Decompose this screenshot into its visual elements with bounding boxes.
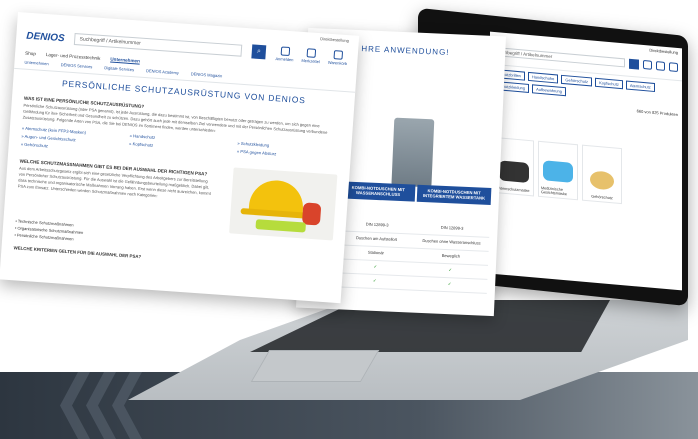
laptop-shop-page: Direktbestellung Suchbegriff / Artikelnu…	[490, 31, 682, 291]
cart-icon	[333, 49, 343, 60]
column-header: KOMBI-NOTDUSCHEN MIT WASSERANSCHLUSS	[340, 181, 416, 202]
header-icons: Anmelden Merkzettel Warenkorb	[275, 45, 348, 66]
user-icon	[280, 45, 290, 56]
product-name: Gehörschutz	[591, 194, 613, 201]
mask-image	[499, 160, 529, 184]
search-input[interactable]: Suchbegriff / Artikelnummer	[74, 33, 243, 57]
chevron-left-icon	[86, 372, 116, 439]
search-icon[interactable]	[629, 58, 639, 70]
sub-nav-item[interactable]: Digitale Services	[104, 65, 134, 72]
product-card[interactable]: Gehörschutz	[582, 144, 622, 205]
column-header: KOMBI-NOTDUSCHEN MIT INTEGRIERTEM WASSER…	[416, 184, 492, 205]
psa-info-page: Direktbestellung DENIOS Suchbegriff / Ar…	[0, 12, 360, 304]
laptop-trackpad	[250, 350, 380, 382]
sub-nav-item[interactable]: DENIOS Academy	[146, 68, 179, 75]
tab-category[interactable]: Aufbewahrung	[532, 84, 566, 97]
product-name: Atemschutzmaske	[498, 186, 530, 194]
product-card[interactable]: Medizinische Gesichtsmaske	[538, 140, 578, 201]
product-name: Medizinische Gesichtsmaske	[541, 186, 567, 197]
sub-nav-item[interactable]: Unternehmen	[24, 60, 49, 67]
nav-item-shop[interactable]: Shop	[25, 51, 36, 57]
check-icon: ✓	[447, 281, 452, 287]
wishlist-button[interactable]: Merkzettel	[301, 47, 321, 64]
account-button[interactable]: Anmelden	[275, 45, 294, 62]
mask-image	[543, 160, 573, 183]
icon-label: Warenkorb	[327, 59, 348, 66]
icon-label: Anmelden	[275, 55, 294, 62]
search-input[interactable]: Suchbegriff / Artikelnummer	[494, 46, 625, 68]
earplug-image	[590, 170, 614, 191]
gloves-icon	[255, 219, 306, 233]
cart-icon[interactable]	[669, 62, 678, 73]
cart-button[interactable]: Warenkorb	[327, 49, 348, 66]
bookmark-icon	[306, 47, 317, 58]
sub-nav-item[interactable]: DENIOS Services	[61, 62, 93, 69]
sub-nav-item[interactable]: DENIOS Magazin	[191, 71, 223, 78]
comparison-header: KOMBI-NOTDUSCHEN MIT WASSERANSCHLUSS KOM…	[340, 181, 492, 205]
tab-category[interactable]: Gehörschutz	[561, 74, 593, 87]
denios-logo[interactable]: DENIOS	[26, 30, 65, 44]
chevron-left-icon	[60, 372, 90, 439]
search-icon[interactable]: ⌕	[251, 44, 267, 60]
bookmark-icon[interactable]	[656, 61, 665, 71]
chevron-left-icon	[112, 372, 142, 439]
comparison-table: DIN 12899-3 DIN 12899-3 Duschen am Aufste…	[336, 217, 490, 294]
user-icon[interactable]	[643, 59, 652, 70]
helmet-image	[229, 167, 338, 241]
tab-category[interactable]: Atemschutz	[625, 80, 655, 93]
product-grid: Atemschutzmaske Medizinische Gesichtsmas…	[490, 133, 682, 214]
icon-label: Merkzettel	[301, 57, 321, 64]
tab-category[interactable]: Kopfschutz	[595, 77, 623, 90]
marketing-stage: Direktbestellung Suchbegriff / Artikelnu…	[0, 0, 698, 439]
tab-category[interactable]: Handschuhe	[527, 71, 559, 84]
check-icon: ✓	[372, 277, 377, 284]
emergency-shower-image	[391, 117, 435, 188]
